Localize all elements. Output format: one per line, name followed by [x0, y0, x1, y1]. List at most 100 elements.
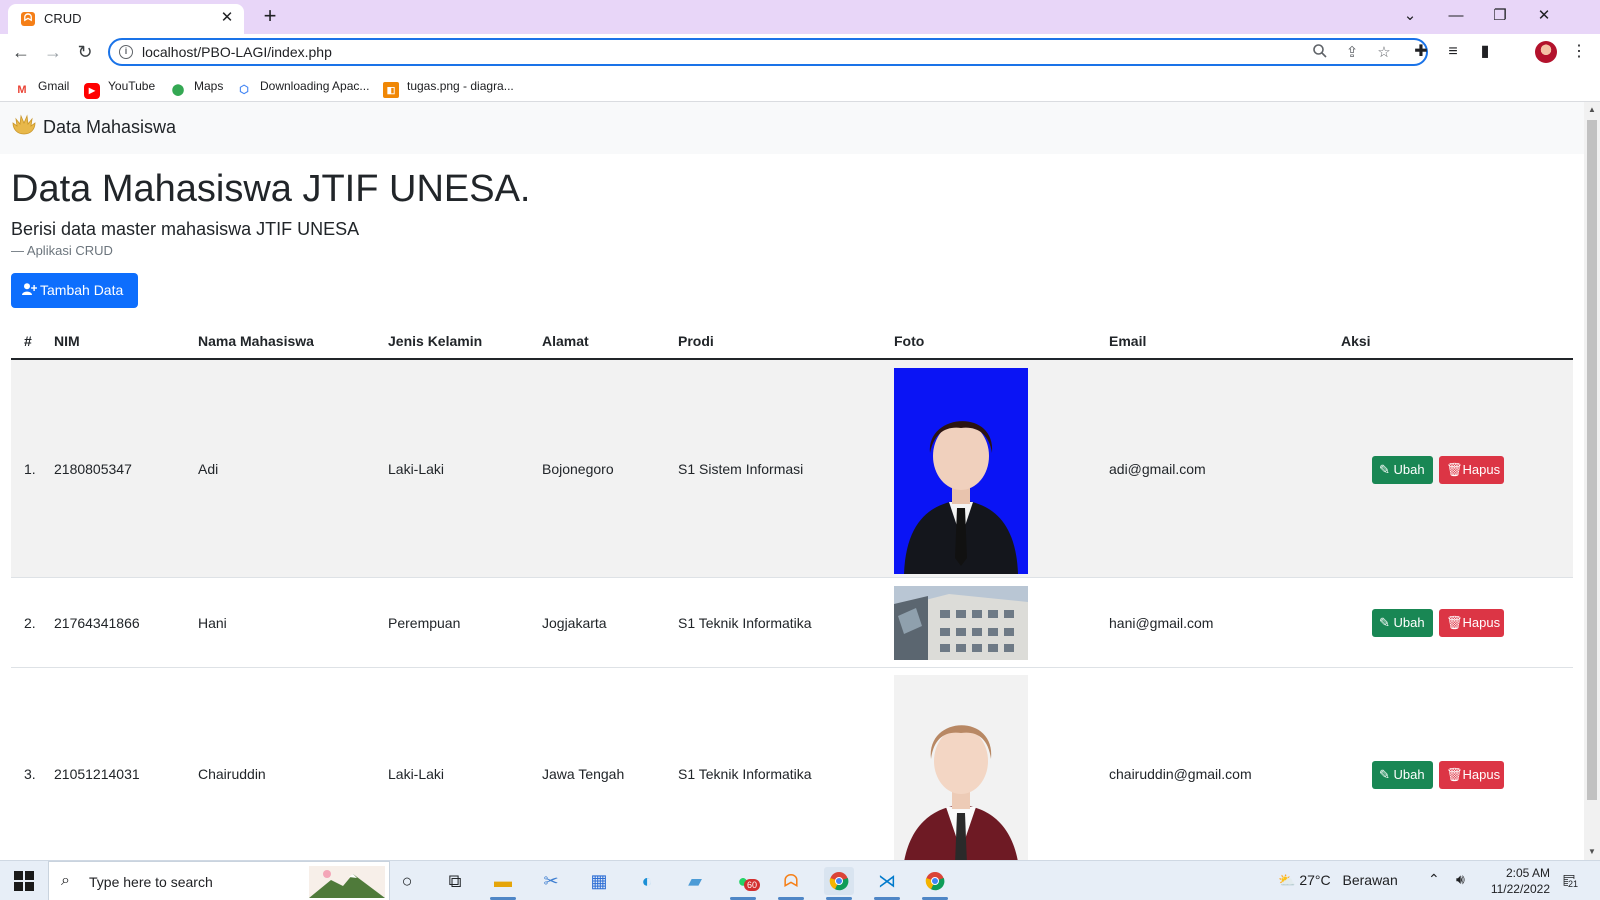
students-table: # NIM Nama Mahasiswa Jenis Kelamin Alama…	[11, 324, 1573, 860]
notepad-icon[interactable]: ▰	[680, 867, 710, 895]
maps-icon: ⬤	[171, 84, 185, 96]
task-view-icon[interactable]: ⧉	[440, 867, 470, 895]
scroll-up-arrow-icon[interactable]: ▲	[1584, 102, 1600, 118]
edit-button[interactable]: ✎ Ubah	[1372, 761, 1433, 789]
table-row: 1. 2180805347 Adi Laki-Laki Bojonegoro S…	[11, 360, 1573, 578]
side-panel-icon[interactable]: ▮	[1474, 41, 1496, 63]
minimize-button[interactable]: —	[1434, 2, 1478, 30]
header-number: #	[24, 333, 32, 349]
zoom-icon[interactable]	[1310, 43, 1330, 63]
partly-cloudy-icon: ⛅	[1278, 872, 1296, 888]
share-icon[interactable]: ⇪	[1342, 43, 1362, 63]
notification-center-icon[interactable]: ▤ 21	[1558, 871, 1580, 891]
chrome-profile-icon[interactable]	[920, 867, 950, 900]
page-scrollbar[interactable]: ▲ ▼	[1584, 102, 1600, 860]
scroll-down-arrow-icon[interactable]: ▼	[1584, 844, 1600, 860]
hexagon-icon: ⬡	[239, 84, 249, 96]
pencil-icon: ✎	[1379, 462, 1390, 477]
edit-button[interactable]: ✎ Ubah	[1372, 456, 1433, 484]
menu-kebab-icon[interactable]: ⋮	[1568, 41, 1590, 63]
url-text[interactable]: localhost/PBO-LAGI/index.php	[142, 44, 332, 60]
tab-search-chevron-icon[interactable]: ⌄	[1388, 2, 1432, 30]
header-alamat: Alamat	[542, 333, 589, 349]
new-tab-button[interactable]: +	[258, 3, 282, 29]
notification-count: 21	[1568, 879, 1579, 889]
system-clock[interactable]: 2:05 AM 11/22/2022	[1478, 865, 1550, 897]
youtube-icon: ▶	[84, 83, 100, 99]
profile-avatar[interactable]	[1535, 41, 1557, 63]
cell-nama: Chairuddin	[198, 766, 266, 782]
browser-tab[interactable]: ᗣ CRUD ✕	[8, 4, 244, 34]
whatsapp-icon[interactable]: ● 60	[728, 867, 761, 900]
edge-browser-icon[interactable]: ◐	[632, 867, 662, 895]
site-info-icon[interactable]: i	[119, 45, 133, 59]
cell-prodi: S1 Sistem Informasi	[678, 461, 804, 477]
add-data-button[interactable]: Tambah Data	[11, 273, 138, 308]
reload-icon[interactable]: ↻	[72, 39, 98, 65]
address-bar[interactable]: i localhost/PBO-LAGI/index.php ⇪ ☆	[108, 38, 1428, 66]
forward-arrow-icon[interactable]: →	[40, 39, 66, 65]
cortana-icon[interactable]: ○	[392, 867, 422, 895]
search-placeholder[interactable]: Type here to search	[89, 874, 213, 890]
volume-icon[interactable]: 🔊︎	[1456, 871, 1465, 888]
bookmark-youtube[interactable]: ▶ YouTube	[84, 77, 155, 99]
vscode-icon[interactable]: ⋊	[872, 867, 902, 900]
cell-alamat: Jawa Tengah	[542, 766, 625, 782]
cell-number: 3.	[24, 766, 36, 782]
search-highlight-mountain-icon	[309, 866, 385, 898]
header-nama: Nama Mahasiswa	[198, 333, 314, 349]
whatsapp-badge: 60	[744, 879, 761, 891]
page-title: Data Mahasiswa JTIF UNESA.	[11, 168, 531, 210]
tray-chevron-up-icon[interactable]: ⌃	[1428, 871, 1440, 888]
table-row: 3. 21051214031 Chairuddin Laki-Laki Jawa…	[11, 668, 1573, 860]
browser-toolbar: ← → ↻ i localhost/PBO-LAGI/index.php ⇪ ☆…	[0, 34, 1600, 70]
taskbar-search-box[interactable]: ⌕ Type here to search	[48, 861, 390, 900]
cell-jenis-kelamin: Perempuan	[388, 615, 461, 631]
bookmark-diagram[interactable]: ◧ tugas.png - diagra...	[383, 77, 514, 98]
cell-jenis-kelamin: Laki-Laki	[388, 461, 445, 477]
delete-button[interactable]: 🗑Hapus	[1439, 609, 1504, 637]
cell-email: hani@gmail.com	[1109, 615, 1214, 631]
user-plus-icon	[22, 273, 40, 308]
header-prodi: Prodi	[678, 333, 714, 349]
weather-widget[interactable]: ⛅ 27°C Berawan	[1278, 872, 1398, 889]
delete-button[interactable]: 🗑Hapus	[1439, 456, 1504, 484]
cell-prodi: S1 Teknik Informatika	[678, 766, 812, 782]
scroll-thumb[interactable]	[1587, 120, 1597, 800]
search-icon: ⌕	[61, 872, 70, 889]
student-photo	[894, 675, 1028, 860]
cell-email: chairuddin@gmail.com	[1109, 766, 1252, 782]
delete-button[interactable]: 🗑Hapus	[1439, 761, 1504, 789]
bookmark-downloading[interactable]: ⬡ Downloading Apac...	[236, 77, 369, 96]
navbar: Data Mahasiswa	[0, 102, 1584, 154]
cell-nama: Adi	[198, 461, 219, 477]
windows-start-icon[interactable]	[14, 871, 34, 891]
trash-icon: 🗑	[1446, 615, 1463, 630]
back-arrow-icon[interactable]: ←	[8, 39, 34, 65]
bookmark-maps[interactable]: ⬤ Maps	[170, 77, 224, 96]
restore-button[interactable]: ❐	[1478, 2, 1522, 30]
cell-nim: 2180805347	[54, 461, 132, 477]
bookmark-gmail[interactable]: M Gmail	[14, 77, 69, 96]
cell-email: adi@gmail.com	[1109, 461, 1206, 477]
table-row: 2. 21764341866 Hani Perempuan Jogjakarta…	[11, 578, 1573, 668]
header-email: Email	[1109, 333, 1147, 349]
gmail-icon: M	[17, 84, 27, 96]
chrome-icon[interactable]	[824, 867, 854, 900]
edit-button[interactable]: ✎ Ubah	[1372, 609, 1433, 637]
cell-prodi: S1 Teknik Informatika	[678, 615, 812, 631]
media-control-icon[interactable]: ≡	[1442, 41, 1464, 63]
cell-number: 1.	[24, 461, 36, 477]
bookmarks-bar: M Gmail ▶ YouTube ⬤ Maps ⬡ Downloading Apac.…	[0, 70, 1600, 102]
unesa-logo-icon	[12, 114, 36, 135]
cell-alamat: Jogjakarta	[542, 615, 607, 631]
extensions-puzzle-icon[interactable]: ✚	[1410, 41, 1432, 63]
microsoft-store-icon[interactable]: ▦	[584, 867, 614, 895]
close-window-button[interactable]: ✕	[1522, 2, 1566, 30]
snipping-tool-icon[interactable]: ✂	[536, 867, 566, 895]
xampp-icon[interactable]: ᗣ	[776, 867, 806, 900]
file-explorer-icon[interactable]: ▬	[488, 867, 518, 900]
tab-close-icon[interactable]: ✕	[218, 9, 236, 27]
navbar-brand[interactable]: Data Mahasiswa	[43, 117, 176, 138]
bookmark-star-icon[interactable]: ☆	[1374, 43, 1394, 63]
